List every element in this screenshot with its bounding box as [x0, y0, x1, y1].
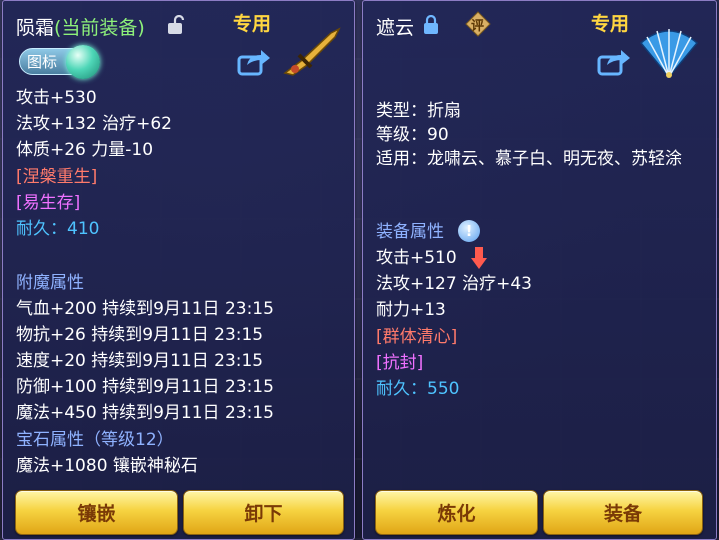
stat-constitution: 体质+26 力量-10 [16, 140, 154, 160]
inlay-button[interactable]: 镶嵌 [15, 490, 178, 535]
enchant-section-title: 附魔属性 [16, 273, 84, 293]
share-icon[interactable] [237, 49, 271, 77]
enchant-line: 防御+100 持续到9月11日 23:15 [16, 377, 274, 397]
info-icon[interactable]: ! [458, 220, 480, 242]
item-applicable-chars: 适用：龙啸云、慕子白、明无夜、苏轻涂 [376, 149, 682, 169]
stat-attack: 攻击+530 [16, 88, 97, 108]
exclusive-label: 专用 [233, 13, 272, 35]
lock-icon[interactable] [423, 15, 439, 35]
durability: 耐久：550 [376, 379, 460, 399]
dagger-item-icon [283, 27, 341, 76]
icon-toggle-label: 图标 [27, 53, 58, 71]
enchant-line: 物抗+26 持续到9月11日 23:15 [16, 325, 264, 345]
folding-fan-icon [639, 29, 699, 79]
skill-seal-resist: [抗封] [376, 353, 424, 373]
item-title: 遮云 [376, 17, 415, 39]
unlock-icon[interactable] [167, 15, 185, 35]
durability: 耐久：410 [16, 219, 100, 239]
compare-item-panel: 遮云 评 专用 类型：折扇 等级：90 适用：龙啸云、慕子白、明无夜、苏轻涂 装… [362, 0, 717, 540]
share-icon[interactable] [597, 49, 631, 77]
gem-section-title: 宝石属性（等级12） [16, 430, 174, 450]
refine-button[interactable]: 炼化 [375, 490, 538, 535]
item-type: 类型：折扇 [376, 101, 461, 121]
stat-magic: 法攻+127 治疗+43 [376, 274, 532, 294]
enchant-line: 魔法+450 持续到9月11日 23:15 [16, 403, 274, 423]
decrease-arrow-icon [471, 247, 487, 269]
exclusive-label: 专用 [591, 13, 630, 35]
skill-nirvana: [涅槃重生] [16, 167, 98, 187]
stat-attack: 攻击+510 [376, 248, 457, 268]
stat-endurance: 耐力+13 [376, 300, 446, 320]
attr-section-title: 装备属性 [376, 222, 444, 242]
item-title: 陨霜 [16, 17, 55, 39]
unequip-button[interactable]: 卸下 [183, 490, 344, 535]
skill-mass-cleanse: [群体清心] [376, 327, 458, 347]
skill-survival: [易生存] [16, 193, 81, 213]
enchant-line: 速度+20 持续到9月11日 23:15 [16, 351, 264, 371]
item-name: 陨霜(当前装备) [16, 13, 145, 40]
equipped-tag: (当前装备) [54, 17, 145, 39]
stat-magic: 法攻+132 治疗+62 [16, 114, 172, 134]
toggle-orb-icon[interactable] [66, 45, 100, 79]
equipped-item-panel: 陨霜(当前装备) 专用 图标 攻击+530 法攻+132 治疗+62 体质+26… [2, 0, 355, 540]
rating-label: 评 [471, 19, 485, 34]
rating-icon[interactable]: 评 [465, 11, 491, 37]
equip-button[interactable]: 装备 [543, 490, 703, 535]
item-level: 等级：90 [376, 125, 449, 145]
enchant-line: 气血+200 持续到9月11日 23:15 [16, 299, 274, 319]
gem-line: 魔法+1080 镶嵌神秘石 [16, 456, 198, 476]
